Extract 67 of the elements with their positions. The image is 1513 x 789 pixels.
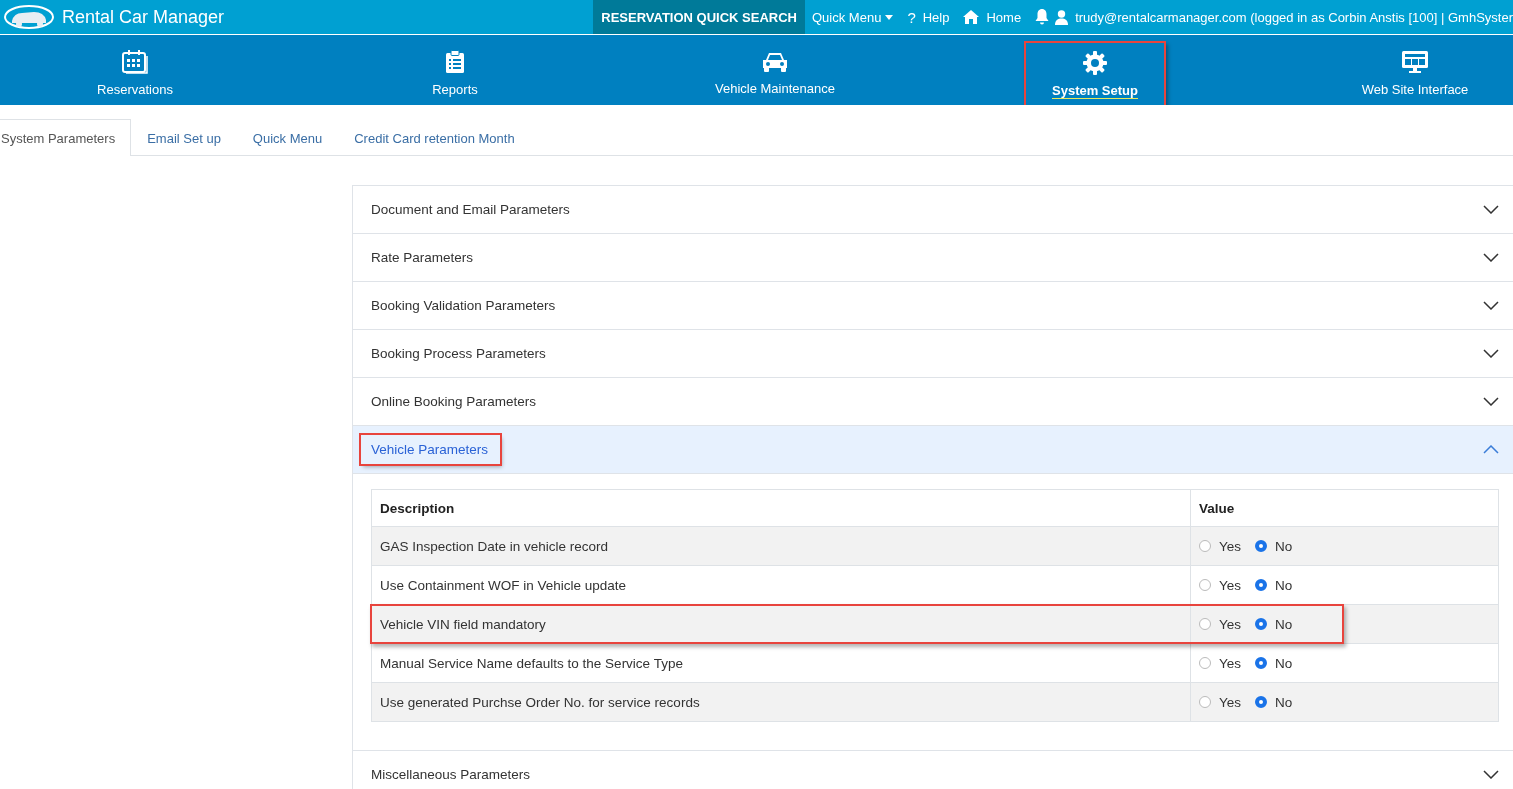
radio-option[interactable]: No <box>1255 616 1293 632</box>
accordion-header[interactable]: Vehicle Parameters <box>353 426 1513 474</box>
car-logo-icon <box>4 4 54 30</box>
nav-item[interactable]: Reports <box>406 40 504 105</box>
radio-option[interactable]: No <box>1255 577 1293 593</box>
chevron-up-icon[interactable] <box>1483 445 1499 454</box>
section-title: Booking Process Parameters <box>371 345 547 363</box>
column-header: Description <box>371 489 1191 527</box>
monitor-icon <box>1401 49 1429 74</box>
radio-button[interactable] <box>1255 657 1268 669</box>
section-title: Vehicle Parameters <box>361 435 501 464</box>
chevron-down-icon[interactable] <box>1483 397 1499 406</box>
settings-icon <box>1083 51 1107 75</box>
radio-button[interactable] <box>1199 657 1211 669</box>
accordion-header[interactable]: Miscellaneous Parameters <box>353 751 1513 789</box>
radio-button[interactable] <box>1255 618 1268 630</box>
nav-item[interactable]: Vehicle Maintenance <box>689 41 861 104</box>
nav-item[interactable]: Web Site Interface <box>1335 40 1495 105</box>
table-cell: Manual Service Name defaults to the Service Type <box>371 643 1191 683</box>
radio-option[interactable]: No <box>1255 694 1293 710</box>
radio-option[interactable]: Yes <box>1199 694 1242 710</box>
user-icon[interactable] <box>1055 9 1069 25</box>
radio-button[interactable] <box>1255 579 1268 591</box>
nav-item[interactable]: System Setup <box>1024 41 1166 105</box>
radio-button[interactable] <box>1199 696 1211 708</box>
clipboard-list-icon <box>445 49 465 74</box>
calendar-icon <box>122 49 148 74</box>
chevron-down-icon[interactable] <box>1483 349 1499 358</box>
chevron-down-icon[interactable] <box>1483 205 1499 214</box>
radio-button[interactable] <box>1199 618 1211 630</box>
tab[interactable]: Email Set up <box>131 119 237 156</box>
accordion-header[interactable]: Document and Email Parameters <box>353 186 1513 234</box>
quick-search-button[interactable]: RESERVATION QUICK SEARCH <box>593 0 805 34</box>
accordion-header[interactable]: Rate Parameters <box>353 234 1513 282</box>
home-icon[interactable] <box>963 10 980 24</box>
radio-option[interactable]: Yes <box>1199 577 1242 593</box>
table-cell: GAS Inspection Date in vehicle record <box>371 526 1191 566</box>
radio-option[interactable]: No <box>1255 655 1293 671</box>
tab[interactable]: Credit Card retention Month <box>338 119 531 156</box>
tab[interactable]: Quick Menu <box>236 119 339 156</box>
section-title: Miscellaneous Parameters <box>371 766 532 784</box>
app-title: Rental Car Manager <box>62 6 225 28</box>
radio-option[interactable]: Yes <box>1199 616 1242 632</box>
accordion-header[interactable]: Booking Validation Parameters <box>353 282 1513 330</box>
table-cell: Use generated Purchse Order No. for service records <box>371 682 1191 722</box>
radio-button[interactable] <box>1199 579 1211 591</box>
radio-button[interactable] <box>1199 540 1211 552</box>
nav-item[interactable]: Reservations <box>71 40 199 105</box>
table-cell: Use Containment WOF in Vehicle update <box>371 565 1191 605</box>
section-title: Booking Validation Parameters <box>371 297 557 315</box>
chevron-down-icon[interactable] <box>1483 253 1499 262</box>
radio-option[interactable]: No <box>1255 538 1293 554</box>
radio-button[interactable] <box>1255 696 1268 708</box>
chevron-down-icon[interactable] <box>1483 770 1499 779</box>
section-title: Document and Email Parameters <box>371 201 571 219</box>
tab[interactable]: System Parameters <box>0 119 132 156</box>
section-title: Rate Parameters <box>371 249 475 267</box>
column-header: Value <box>1190 489 1499 527</box>
bell-icon[interactable] <box>1035 9 1050 25</box>
radio-button[interactable] <box>1255 540 1268 552</box>
radio-option[interactable]: Yes <box>1199 538 1242 554</box>
accordion-header[interactable]: Booking Process Parameters <box>353 330 1513 378</box>
car-icon <box>761 50 789 73</box>
radio-option[interactable]: Yes <box>1199 655 1242 671</box>
section-title: Online Booking Parameters <box>371 393 538 411</box>
chevron-down-icon[interactable] <box>1483 301 1499 310</box>
caret-icon <box>885 14 894 20</box>
